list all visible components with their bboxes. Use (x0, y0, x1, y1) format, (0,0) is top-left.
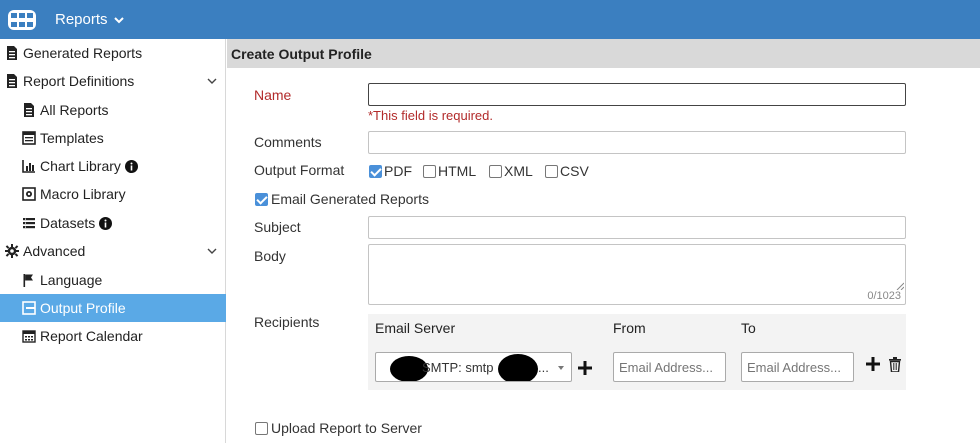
main-panel: Create Output Profile Name *This field i… (227, 39, 980, 443)
format-html-label: HTML (438, 163, 477, 179)
sidebar-item-label: Report Calendar (40, 328, 143, 344)
sidebar-item-label: Chart Library (40, 158, 121, 174)
redaction-mark (498, 354, 538, 381)
macro-icon (22, 187, 36, 201)
sidebar-item-label: Report Definitions (23, 73, 135, 89)
email-generated-reports-option[interactable]: Email Generated Reports (255, 191, 429, 207)
email-server-column-header: Email Server (375, 320, 456, 336)
recipients-label: Recipients (254, 314, 320, 330)
email-generated-reports-label: Email Generated Reports (271, 191, 429, 207)
format-pdf-option[interactable]: PDF (369, 163, 412, 179)
format-xml-option[interactable]: XML (489, 163, 533, 179)
dropdown-arrow-icon (558, 366, 564, 370)
comments-input[interactable] (368, 131, 906, 154)
format-html-checkbox[interactable] (423, 164, 436, 178)
sidebar-item-label: Generated Reports (23, 45, 143, 61)
add-server-icon[interactable] (577, 360, 593, 376)
sidebar-item-advanced[interactable]: Advanced (0, 237, 226, 265)
sidebar-item-label: Templates (40, 130, 104, 146)
format-csv-option[interactable]: CSV (545, 163, 589, 179)
document-icon (7, 46, 17, 60)
sidebar-item-chart-library[interactable]: Chart Library (0, 152, 226, 180)
format-html-option[interactable]: HTML (423, 163, 476, 179)
email-generated-reports-checkbox[interactable] (255, 192, 268, 206)
sidebar-item-language[interactable]: Language (0, 266, 226, 294)
sidebar-item-label: All Reports (40, 102, 109, 118)
to-column-header: To (741, 320, 756, 336)
sidebar-item-generated-reports[interactable]: Generated Reports (0, 39, 226, 67)
dataset-icon (23, 218, 35, 229)
body-textarea[interactable]: 0/1023 (368, 244, 906, 305)
reports-menu[interactable]: Reports (55, 11, 125, 28)
recipients-table: Email Server From To SMTP: smtp ... (368, 314, 906, 390)
email-server-select[interactable]: SMTP: smtp ... (375, 352, 572, 382)
document-icon (24, 103, 34, 117)
format-csv-label: CSV (560, 163, 589, 179)
chevron-down-icon[interactable] (206, 75, 218, 87)
fabric-grid-icon[interactable] (7, 9, 37, 31)
name-label: Name (254, 87, 292, 103)
info-icon[interactable] (99, 216, 113, 230)
from-column-header: From (613, 320, 646, 336)
name-input[interactable] (368, 83, 906, 106)
subject-input[interactable] (368, 216, 906, 239)
email-server-value: SMTP: smtp (422, 359, 494, 375)
from-email-input[interactable] (613, 352, 726, 382)
top-bar: Reports (0, 0, 980, 39)
sidebar-item-label: Advanced (23, 243, 86, 259)
upload-report-option[interactable]: Upload Report to Server (255, 420, 422, 436)
document-icon (7, 74, 17, 88)
output-format-label: Output Format (254, 162, 345, 178)
chevron-down-icon (113, 16, 124, 23)
sidebar-item-templates[interactable]: Templates (0, 124, 226, 152)
upload-report-label: Upload Report to Server (271, 420, 422, 436)
calendar-icon (22, 330, 36, 343)
output-icon (22, 301, 36, 315)
sidebar-item-report-definitions[interactable]: Report Definitions (0, 67, 226, 95)
sidebar-item-label: Datasets (40, 215, 96, 231)
to-email-input[interactable] (741, 352, 854, 382)
sidebar-item-label: Output Profile (40, 300, 126, 316)
upload-report-checkbox[interactable] (255, 421, 268, 435)
sidebar-item-macro-library[interactable]: Macro Library (0, 180, 226, 208)
chart-icon (22, 160, 35, 173)
page-title: Create Output Profile (227, 39, 980, 68)
chevron-down-icon[interactable] (206, 245, 218, 257)
resize-handle-icon[interactable] (896, 282, 904, 290)
body-label: Body (254, 248, 286, 264)
sidebar: Generated Reports Report Definitions All… (0, 39, 226, 443)
name-error-message: *This field is required. (368, 108, 493, 123)
sidebar-item-label: Language (40, 272, 103, 288)
format-pdf-label: PDF (384, 163, 412, 179)
gear-icon (5, 244, 19, 258)
flag-icon (23, 274, 33, 287)
email-server-ellipsis: ... (538, 360, 549, 375)
subject-label: Subject (254, 219, 301, 235)
body-char-counter: 0/1023 (867, 290, 901, 302)
sidebar-item-label: Macro Library (40, 186, 126, 202)
trash-icon[interactable] (888, 357, 902, 372)
format-xml-checkbox[interactable] (489, 164, 502, 178)
sidebar-item-all-reports[interactable]: All Reports (0, 96, 226, 124)
sidebar-item-output-profile[interactable]: Output Profile (0, 294, 226, 322)
sidebar-item-datasets[interactable]: Datasets (0, 209, 226, 237)
template-icon (22, 131, 36, 145)
sidebar-item-report-calendar[interactable]: Report Calendar (0, 322, 226, 350)
format-csv-checkbox[interactable] (545, 164, 558, 178)
info-icon[interactable] (124, 159, 138, 173)
add-recipient-icon[interactable] (865, 356, 881, 372)
format-xml-label: XML (504, 163, 533, 179)
reports-menu-label: Reports (55, 11, 108, 28)
format-pdf-checkbox[interactable] (369, 164, 382, 178)
comments-label: Comments (254, 134, 322, 150)
